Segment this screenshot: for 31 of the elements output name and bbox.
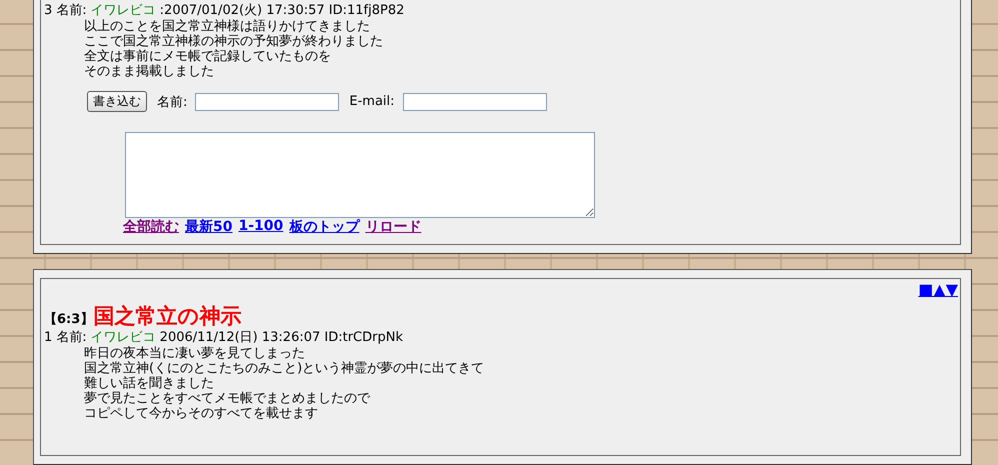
thread-index: 【6:3】 — [44, 311, 94, 328]
name-label: 名前: — [56, 330, 87, 346]
post-text-line: 難しい話を聞きました — [84, 376, 215, 391]
post-text-line: ここで国之常立神様の神示の予知夢が終わりました — [84, 34, 384, 49]
post-number: 1 — [44, 330, 52, 346]
poster-name: イワレビコ — [90, 3, 156, 19]
post-text-line: 以上のことを国之常立神様は語りかけてきました — [84, 19, 371, 34]
thread-link[interactable]: リロード — [365, 218, 422, 236]
post-number: 3 — [44, 3, 52, 19]
message-text-area[interactable] — [125, 132, 595, 218]
post-text-line: 国之常立神(くにのとこたちのみこと)という神霊が夢の中に出てきて — [84, 361, 486, 376]
post-text-line: 全文は事前にメモ帳で記録していたものを — [84, 49, 332, 64]
thread-link[interactable]: 板のトップ — [289, 218, 360, 236]
post-text-line: コピペして今からそのすべてを載せます — [84, 406, 319, 421]
post-text-line: 夢で見たことをすべてメモ帳でまとめましたので — [84, 391, 372, 406]
name-label: 名前: — [56, 3, 87, 19]
thread-link[interactable]: 最新50 — [185, 218, 232, 236]
post-text-line: そのまま掲載しました — [84, 64, 215, 79]
post-text-line: 昨日の夜本当に凄い夢を見てしまった — [84, 346, 306, 361]
poster-name: イワレビコ — [90, 330, 156, 346]
name-input-field[interactable] — [195, 92, 340, 110]
post-date-id: 2006/11/12(日) 13:26:07 ID:trCDrpNk — [160, 330, 403, 346]
post-date-id: :2007/01/02(火) 17:30:57 ID:11fj8P82 — [160, 3, 404, 19]
thread-link[interactable]: 全部読む — [123, 218, 179, 236]
thread-title: 国之常立の神示 — [93, 303, 242, 330]
email-input-field[interactable] — [402, 92, 547, 110]
name-field-label: 名前: — [157, 94, 188, 110]
email-field-label: E-mail: — [349, 94, 395, 109]
thread-nav-link[interactable]: ■▲▼ — [918, 282, 958, 298]
thread-link[interactable]: 1-100 — [238, 218, 284, 236]
submit-button[interactable]: 書き込む — [87, 91, 147, 112]
